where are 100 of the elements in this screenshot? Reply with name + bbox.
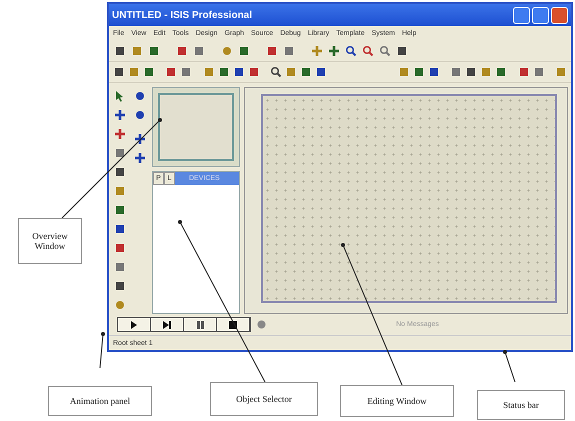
square-icon <box>114 204 126 216</box>
tool-button[interactable] <box>133 132 147 146</box>
square-icon <box>555 66 568 78</box>
tool-button[interactable] <box>113 146 127 160</box>
toolbar-button[interactable] <box>248 65 260 79</box>
square-icon <box>202 66 215 78</box>
toolbar-button[interactable] <box>282 44 296 58</box>
square-icon <box>114 147 126 159</box>
square-icon <box>114 242 126 254</box>
square-icon <box>114 261 126 273</box>
toolbar-button[interactable] <box>344 44 358 58</box>
plus-icon <box>134 152 146 164</box>
toolbar-button[interactable] <box>327 44 341 58</box>
toolbar-button[interactable] <box>300 65 312 79</box>
square-icon <box>283 45 295 57</box>
circle-icon <box>114 299 126 311</box>
square-icon <box>532 66 545 78</box>
square-icon <box>128 66 140 78</box>
tool-button[interactable] <box>113 165 127 179</box>
callout-label: Overview Window <box>18 218 82 264</box>
square-icon <box>218 66 230 78</box>
magnifier-icon <box>379 45 391 57</box>
square-icon <box>300 66 312 78</box>
tool-button[interactable] <box>133 108 147 122</box>
tool-button[interactable] <box>113 222 127 236</box>
toolbar-button[interactable] <box>412 65 425 79</box>
pause-button[interactable] <box>184 318 217 331</box>
square-icon <box>495 66 508 78</box>
callout-label: Animation panel <box>48 386 152 416</box>
toolbar-button[interactable] <box>175 44 189 58</box>
square-icon <box>248 66 260 78</box>
circle-icon <box>257 320 266 329</box>
leader-line <box>100 332 105 368</box>
square-icon <box>114 185 126 197</box>
magnifier-icon <box>270 66 282 78</box>
toolbar-button[interactable] <box>450 65 462 79</box>
toolbar-button[interactable] <box>165 65 178 79</box>
square-icon <box>238 45 250 57</box>
step-button[interactable] <box>151 318 184 331</box>
tool-button[interactable] <box>133 89 147 103</box>
tool-button[interactable] <box>113 108 127 122</box>
circle-icon <box>221 45 233 57</box>
toolbar-button[interactable] <box>395 44 409 58</box>
tool-button[interactable] <box>113 279 127 293</box>
square-icon <box>285 66 298 78</box>
plus-icon <box>114 109 126 121</box>
square-icon <box>266 45 278 57</box>
square-icon <box>450 66 462 78</box>
step-icon <box>163 320 171 328</box>
square-icon <box>114 223 126 235</box>
square-icon <box>315 66 328 78</box>
callout-label: Object Selector <box>210 382 318 416</box>
close-button[interactable] <box>551 6 568 24</box>
toolbar-button[interactable] <box>113 44 127 58</box>
toolbar-button[interactable] <box>147 44 161 58</box>
toolbar-button[interactable] <box>237 44 251 58</box>
square-icon <box>412 66 425 78</box>
toolbar-button[interactable] <box>232 65 245 79</box>
toolbar-button[interactable] <box>270 65 282 79</box>
toolbar-button[interactable] <box>113 65 125 79</box>
stop-button[interactable] <box>217 318 250 331</box>
toolbar-button[interactable] <box>143 65 155 79</box>
circle-icon <box>134 90 146 102</box>
toolbar-button[interactable] <box>532 65 545 79</box>
toolbar-button[interactable] <box>428 65 440 79</box>
plus-icon <box>311 45 323 57</box>
square-icon <box>396 45 408 57</box>
tool-button[interactable] <box>133 151 147 165</box>
square-icon <box>232 66 245 78</box>
toolbar-button[interactable] <box>518 65 530 79</box>
toolbar-button[interactable] <box>192 44 206 58</box>
toolbar-button[interactable] <box>378 44 392 58</box>
square-icon <box>148 45 160 57</box>
circle-icon <box>134 109 146 121</box>
maximize-button[interactable] <box>532 6 549 24</box>
toolbar-button[interactable] <box>218 65 230 79</box>
toolbar-button[interactable] <box>265 44 279 58</box>
toolbar-button[interactable] <box>361 44 375 58</box>
leader-line <box>503 350 516 382</box>
plus-icon <box>114 128 126 140</box>
toolbar-button[interactable] <box>315 65 328 79</box>
toolbar-button[interactable] <box>495 65 508 79</box>
play-icon <box>131 320 137 328</box>
square-icon <box>465 66 478 78</box>
square-icon <box>180 66 192 78</box>
square-icon <box>143 66 155 78</box>
square-icon <box>398 66 410 78</box>
play-button[interactable] <box>118 318 151 331</box>
magnifier-icon <box>362 45 374 57</box>
magnifier-icon <box>345 45 357 57</box>
minimize-button[interactable] <box>513 6 530 24</box>
square-icon <box>176 45 188 57</box>
pause-icon <box>196 320 204 328</box>
square-icon <box>114 166 126 178</box>
square-icon <box>428 66 440 78</box>
square-icon <box>165 66 178 78</box>
toolbar-button[interactable] <box>180 65 192 79</box>
window-title: UNTITLED - ISIS Professional <box>112 10 252 20</box>
toolbar-button[interactable] <box>465 65 478 79</box>
square-icon <box>113 66 125 78</box>
